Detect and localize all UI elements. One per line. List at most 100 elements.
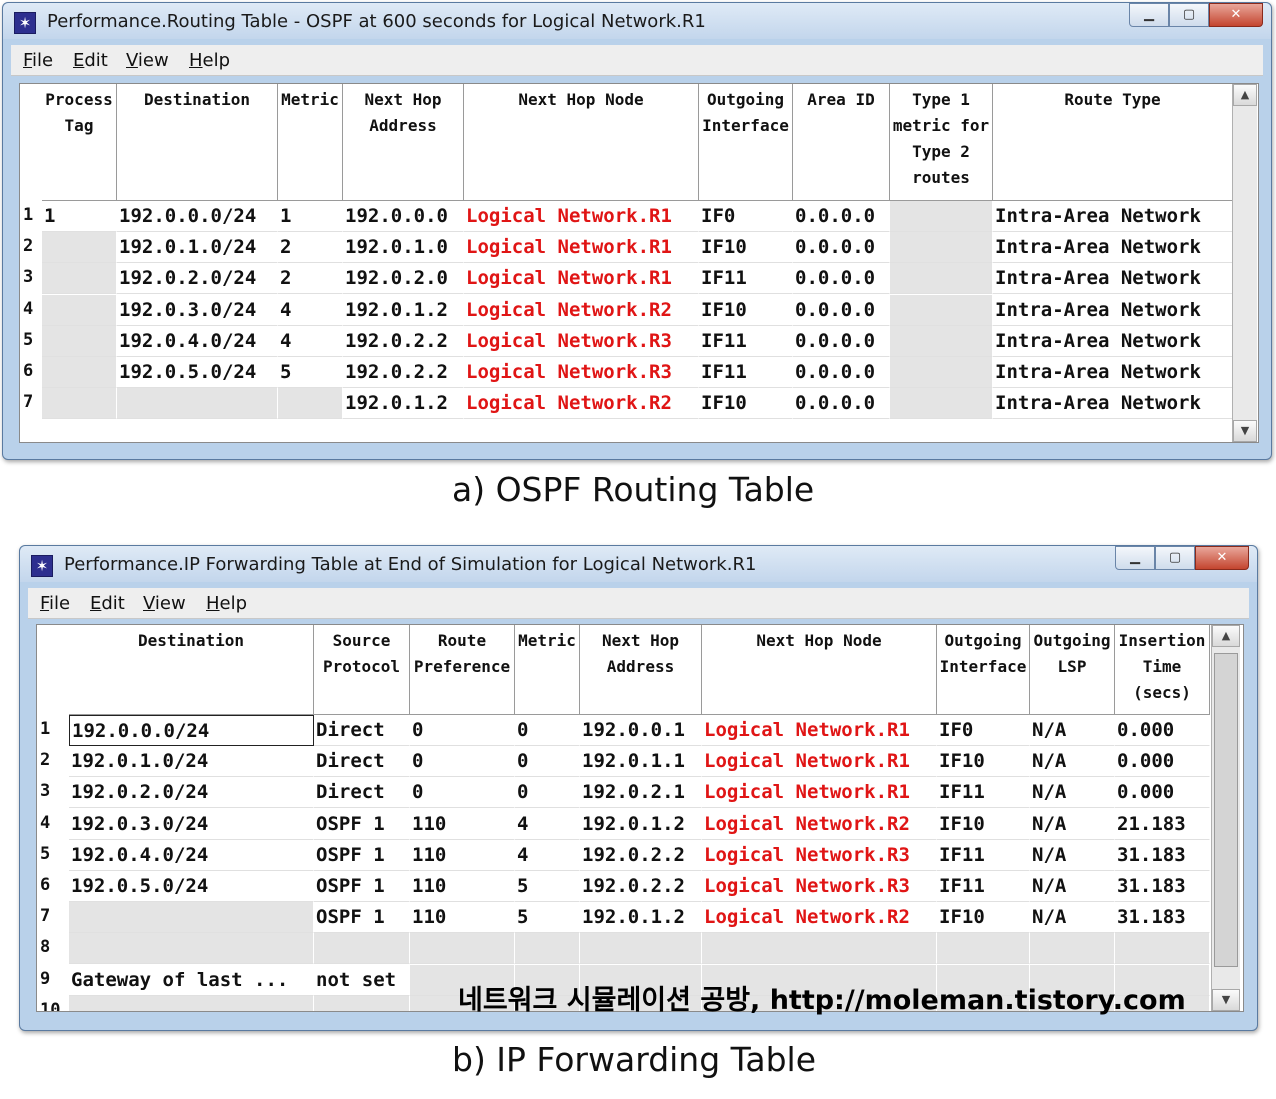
- table-cell[interactable]: 110: [410, 839, 515, 871]
- table-cell[interactable]: [890, 201, 993, 232]
- menu-view[interactable]: View: [126, 50, 169, 71]
- table-cell[interactable]: Logical Network.R1: [464, 201, 699, 232]
- table-cell[interactable]: Logical Network.R3: [702, 839, 937, 871]
- table-cell[interactable]: IF10: [699, 232, 793, 264]
- table-cell[interactable]: Direct: [314, 777, 410, 809]
- table-cell[interactable]: 192.0.0.0/24: [117, 201, 278, 232]
- table-cell[interactable]: OSPF 1: [314, 871, 410, 902]
- menu-file[interactable]: File: [23, 50, 53, 71]
- table-cell[interactable]: N/A: [1030, 808, 1115, 840]
- table-cell[interactable]: Logical Network.R1: [702, 715, 937, 746]
- row-number[interactable]: 7: [37, 906, 59, 926]
- row-number[interactable]: 10: [37, 1000, 60, 1011]
- table-cell[interactable]: 4: [278, 294, 343, 326]
- table-cell[interactable]: [69, 902, 314, 934]
- maximize-icon[interactable]: ▢: [1155, 546, 1195, 570]
- table-cell[interactable]: 192.0.2.0/24: [117, 263, 278, 295]
- table-cell[interactable]: [890, 232, 993, 264]
- column-header[interactable]: Route Preference: [410, 625, 515, 715]
- minimize-icon[interactable]: ▁: [1115, 546, 1155, 570]
- table-cell[interactable]: 2: [278, 263, 343, 295]
- table-cell[interactable]: 192.0.4.0/24: [117, 325, 278, 357]
- table-cell[interactable]: 0.000: [1115, 715, 1210, 746]
- table-cell[interactable]: IF10: [699, 294, 793, 326]
- table-cell[interactable]: N/A: [1030, 902, 1115, 934]
- row-number[interactable]: 1: [20, 205, 42, 225]
- scroll-up-icon[interactable]: ▲: [1233, 84, 1257, 106]
- column-header[interactable]: Next Hop Node: [702, 625, 937, 715]
- table-cell[interactable]: OSPF 1: [314, 808, 410, 840]
- row-number[interactable]: 5: [20, 330, 42, 350]
- table-cell[interactable]: IF10: [699, 388, 793, 420]
- table-cell[interactable]: 0: [410, 746, 515, 778]
- table-cell[interactable]: IF0: [937, 715, 1030, 746]
- table-cell[interactable]: 192.0.1.2: [580, 808, 702, 840]
- table-cell[interactable]: N/A: [1030, 715, 1115, 746]
- table-cell[interactable]: 31.183: [1115, 839, 1210, 871]
- table-cell[interactable]: Logical Network.R2: [702, 902, 937, 934]
- scroll-thumb[interactable]: [1214, 653, 1238, 967]
- close-icon[interactable]: ✕: [1209, 3, 1263, 27]
- table-cell[interactable]: [42, 294, 117, 326]
- table-cell[interactable]: 0: [515, 746, 580, 778]
- table-cell[interactable]: 192.0.1.0/24: [117, 232, 278, 264]
- table-cell[interactable]: 110: [410, 902, 515, 934]
- table-cell[interactable]: Logical Network.R2: [464, 388, 699, 420]
- table-cell[interactable]: 192.0.4.0/24: [69, 839, 314, 871]
- table-cell[interactable]: 192.0.5.0/24: [69, 871, 314, 902]
- table-cell[interactable]: IF11: [937, 871, 1030, 902]
- row-number[interactable]: 2: [37, 750, 59, 770]
- table-cell[interactable]: 192.0.3.0/24: [69, 808, 314, 840]
- row-number[interactable]: 4: [37, 813, 59, 833]
- column-header[interactable]: Destination: [117, 84, 278, 201]
- table-cell[interactable]: [314, 933, 410, 965]
- table-cell[interactable]: IF11: [699, 325, 793, 357]
- title-bar[interactable]: ✶ Performance.Routing Table - OSPF at 60…: [3, 3, 1271, 39]
- table-cell[interactable]: Logical Network.R1: [702, 746, 937, 778]
- table-cell[interactable]: OSPF 1: [314, 839, 410, 871]
- menu-help[interactable]: Help: [189, 50, 230, 71]
- table-cell[interactable]: N/A: [1030, 746, 1115, 778]
- table-cell[interactable]: Logical Network.R3: [702, 871, 937, 902]
- maximize-icon[interactable]: ▢: [1169, 3, 1209, 27]
- table-cell[interactable]: 0.000: [1115, 777, 1210, 809]
- table-cell[interactable]: IF10: [937, 746, 1030, 778]
- table-cell[interactable]: [1115, 933, 1210, 965]
- table-cell[interactable]: [515, 933, 580, 965]
- table-cell[interactable]: 192.0.2.0/24: [69, 777, 314, 809]
- table-cell[interactable]: N/A: [1030, 871, 1115, 902]
- minimize-icon[interactable]: ▁: [1129, 3, 1169, 27]
- scroll-down-icon[interactable]: ▼: [1212, 989, 1240, 1011]
- table-cell[interactable]: Logical Network.R2: [464, 294, 699, 326]
- table-cell[interactable]: OSPF 1: [314, 902, 410, 934]
- table-cell[interactable]: 192.0.0.0/24: [69, 715, 314, 746]
- table-cell[interactable]: [1030, 933, 1115, 965]
- table-cell[interactable]: Logical Network.R1: [464, 232, 699, 264]
- row-number[interactable]: 6: [37, 875, 59, 895]
- table-cell[interactable]: not set: [314, 964, 410, 996]
- table-cell[interactable]: [890, 294, 993, 326]
- table-cell[interactable]: Logical Network.R3: [464, 357, 699, 388]
- table-cell[interactable]: 31.183: [1115, 871, 1210, 902]
- table-cell[interactable]: 1: [42, 201, 117, 232]
- menu-edit[interactable]: Edit: [90, 593, 125, 614]
- table-cell[interactable]: 192.0.2.1: [580, 777, 702, 809]
- table-cell[interactable]: [42, 325, 117, 357]
- menu-help[interactable]: Help: [206, 593, 247, 614]
- table-cell[interactable]: 1: [278, 201, 343, 232]
- row-number[interactable]: 3: [20, 267, 42, 287]
- table-cell[interactable]: IF10: [937, 902, 1030, 934]
- table-cell[interactable]: [42, 232, 117, 264]
- table-cell[interactable]: 0: [515, 715, 580, 746]
- table-cell[interactable]: Intra-Area Network: [993, 263, 1233, 295]
- table-cell[interactable]: [278, 388, 343, 420]
- table-cell[interactable]: 192.0.1.2: [580, 902, 702, 934]
- table-cell[interactable]: 192.0.1.0: [343, 232, 464, 264]
- table-cell[interactable]: [42, 388, 117, 420]
- column-header[interactable]: Next Hop Node: [464, 84, 699, 201]
- table-cell[interactable]: [117, 388, 278, 420]
- row-number[interactable]: 7: [20, 392, 42, 412]
- table-cell[interactable]: N/A: [1030, 839, 1115, 871]
- table-cell[interactable]: 31.183: [1115, 902, 1210, 934]
- table-cell[interactable]: IF11: [937, 777, 1030, 809]
